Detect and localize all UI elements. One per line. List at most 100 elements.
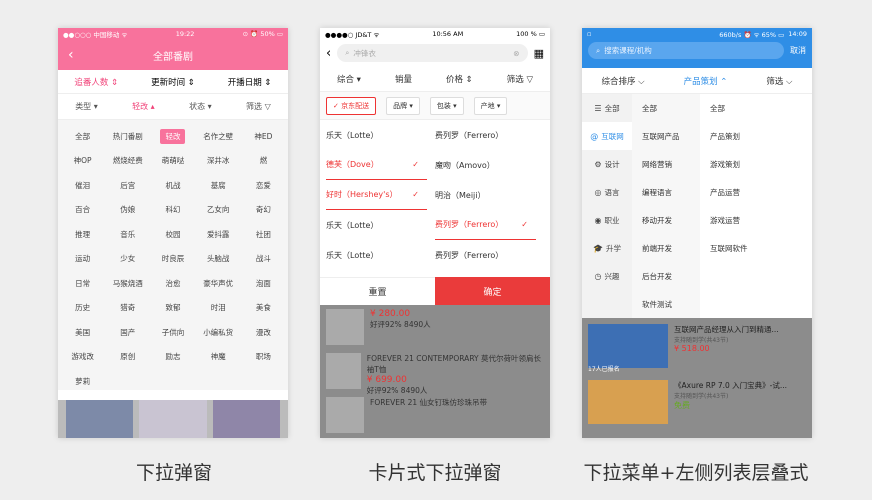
brand-option[interactable]: 好时（Hershey's） ✓: [326, 180, 427, 210]
tab-filter[interactable]: 筛选 ▽: [507, 73, 533, 85]
menu-item[interactable]: 互联网产品: [632, 122, 700, 150]
tag-item[interactable]: 名作之壁: [196, 124, 241, 149]
brand-option[interactable]: 乐天（Lotte）: [326, 210, 427, 240]
menu-item[interactable]: 后台开发: [632, 262, 700, 290]
tag-item[interactable]: 奇幻: [241, 198, 286, 223]
brand-option[interactable]: 明治（Meiji）: [435, 180, 536, 210]
tag-item[interactable]: 头脑战: [196, 247, 241, 272]
tag-item[interactable]: 马猴烧酒: [105, 271, 150, 296]
confirm-button[interactable]: 确定: [435, 277, 550, 305]
menu-item[interactable]: 🎓 升学: [582, 234, 632, 262]
tag-item[interactable]: 少女: [105, 247, 150, 272]
menu-item[interactable]: ⚙ 设计: [582, 150, 632, 178]
list-item[interactable]: FOREVER 21 CONTEMPORARY 莫代尔荷叶领肩长袖T恤 ¥ 699…: [320, 349, 550, 395]
tag-item[interactable]: 美国: [60, 320, 105, 345]
tag-item[interactable]: 历史: [60, 296, 105, 321]
tag-item[interactable]: 国产: [105, 320, 150, 345]
sort-followers[interactable]: 追番人数 ⇕: [74, 76, 118, 88]
tag-item[interactable]: 推理: [60, 222, 105, 247]
tag-item[interactable]: 职场: [241, 345, 286, 370]
menu-item[interactable]: 产品运营: [700, 178, 812, 206]
grid-view-icon[interactable]: ▦: [534, 47, 544, 60]
menu-item[interactable]: 移动开发: [632, 206, 700, 234]
tag-item[interactable]: 时泪: [196, 296, 241, 321]
menu-item[interactable]: 产品策划: [700, 122, 812, 150]
tag-item[interactable]: 神OP: [60, 149, 105, 174]
tag-item[interactable]: 萌萌哒: [150, 149, 195, 174]
search-input[interactable]: ⌕ 搜索课程/机构: [588, 42, 784, 59]
tag-item[interactable]: 全部: [60, 124, 105, 149]
menu-item[interactable]: 网络营销: [632, 150, 700, 178]
tab-sales[interactable]: 销量: [395, 73, 412, 85]
tab-category[interactable]: 产品策划 ⌃: [684, 75, 728, 87]
brand-option[interactable]: 德芙（Dove） ✓: [326, 150, 427, 180]
brand-option[interactable]: 费列罗（Ferrero）: [435, 120, 536, 150]
tag-item[interactable]: 科幻: [150, 198, 195, 223]
chip-package[interactable]: 包装 ▾: [429, 96, 464, 115]
brand-option[interactable]: 乐天（Lotte）: [326, 120, 427, 150]
tag-item[interactable]: 社团: [241, 222, 286, 247]
tag-item[interactable]: 运动: [60, 247, 105, 272]
menu-item[interactable]: 全部: [632, 94, 700, 122]
brand-option[interactable]: 魔吻（Amovo）: [435, 150, 536, 180]
tag-item[interactable]: 燃烧经费: [105, 149, 150, 174]
tag-item[interactable]: 爱抖露: [196, 222, 241, 247]
menu-item[interactable]: 游戏策划: [700, 150, 812, 178]
sort-update[interactable]: 更新时间 ⇕: [151, 76, 195, 88]
tag-item[interactable]: 校园: [150, 222, 195, 247]
tag-item[interactable]: 原创: [105, 345, 150, 370]
filter-status[interactable]: 状态 ▾: [189, 101, 212, 112]
cancel-button[interactable]: 取消: [790, 45, 806, 56]
search-input[interactable]: ⌕ 冲锋衣 ⊗: [337, 44, 528, 62]
tag-item[interactable]: 后宫: [105, 173, 150, 198]
menu-item[interactable]: ◎ 语言: [582, 178, 632, 206]
chip-origin[interactable]: 产地 ▾: [473, 96, 508, 115]
menu-item[interactable]: 前端开发: [632, 234, 700, 262]
tag-item[interactable]: 基腐: [196, 173, 241, 198]
tag-item[interactable]: 深井冰: [196, 149, 241, 174]
tag-item[interactable]: 百合: [60, 198, 105, 223]
tag-item[interactable]: 乙女向: [196, 198, 241, 223]
tag-item[interactable]: 催泪: [60, 173, 105, 198]
menu-item[interactable]: ☰ 全部: [582, 94, 632, 122]
menu-item[interactable]: 软件测试: [632, 290, 700, 318]
tag-item[interactable]: 漫改: [241, 320, 286, 345]
clear-icon[interactable]: ⊗: [513, 49, 519, 58]
tag-item[interactable]: 猎奇: [105, 296, 150, 321]
tag-item[interactable]: 子供向: [150, 320, 195, 345]
tag-item[interactable]: 轻改: [150, 124, 195, 149]
tag-item[interactable]: 机战: [150, 173, 195, 198]
tag-item[interactable]: 励志: [150, 345, 195, 370]
chip-brand[interactable]: 品牌 ▾: [386, 96, 420, 115]
thumbnail[interactable]: [212, 400, 280, 438]
tag-item[interactable]: 燃: [241, 149, 286, 174]
menu-item[interactable]: ◷ 兴趣: [582, 262, 632, 290]
menu-item[interactable]: ◉ 职业: [582, 206, 632, 234]
filter-adaptation[interactable]: 轻改 ▴: [132, 101, 155, 112]
tab-filter[interactable]: 筛选 ⌵: [766, 75, 792, 87]
chip-jd-delivery[interactable]: ✓ 京东配送: [326, 96, 377, 115]
tag-item[interactable]: 恋爱: [241, 173, 286, 198]
filter-type[interactable]: 类型 ▾: [75, 101, 98, 112]
list-item[interactable]: 《Axure RP 7.0 入门宝典》-试... 支持随到学(共43节) 免费: [582, 374, 812, 430]
back-icon[interactable]: ‹: [326, 46, 331, 61]
menu-item[interactable]: 编程语言: [632, 178, 700, 206]
thumbnail[interactable]: [139, 400, 207, 438]
reset-button[interactable]: 重置: [320, 277, 435, 305]
tag-item[interactable]: 小编私货: [196, 320, 241, 345]
thumbnail[interactable]: [66, 400, 134, 438]
tag-item[interactable]: 战斗: [241, 247, 286, 272]
tag-item[interactable]: 萝莉: [60, 369, 105, 394]
menu-item[interactable]: @ 互联网: [582, 122, 632, 150]
tag-item[interactable]: 豪华声优: [196, 271, 241, 296]
tab-overall[interactable]: 综合 ▾: [337, 73, 361, 85]
tag-item[interactable]: 游戏改: [60, 345, 105, 370]
menu-item[interactable]: 互联网软件: [700, 234, 812, 262]
tag-item[interactable]: 音乐: [105, 222, 150, 247]
list-item[interactable]: ¥ 280.00 好评92% 8490人: [320, 305, 550, 349]
brand-option[interactable]: 费列罗（Ferrero）: [435, 240, 536, 270]
menu-item[interactable]: 全部: [700, 94, 812, 122]
tag-item[interactable]: 泡面: [241, 271, 286, 296]
tag-item[interactable]: 致郁: [150, 296, 195, 321]
tag-item[interactable]: 神魔: [196, 345, 241, 370]
